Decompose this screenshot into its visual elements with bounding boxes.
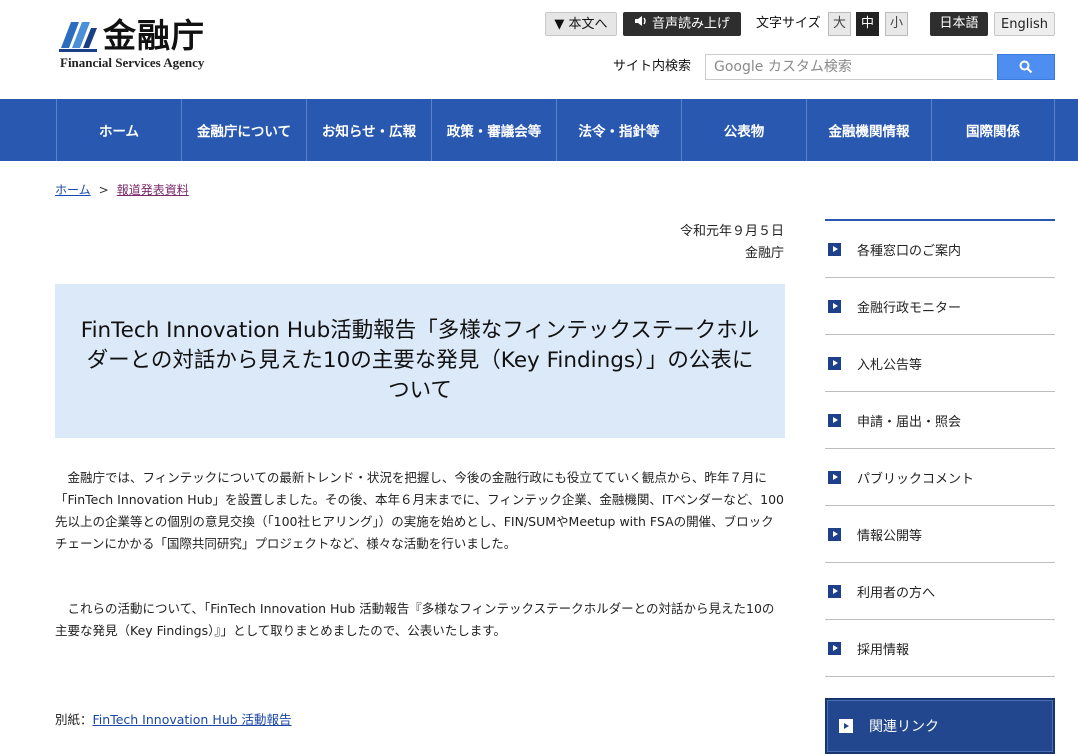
arrow-right-icon <box>828 299 841 313</box>
attachment-prefix: 別紙： <box>55 712 93 727</box>
fsa-logo[interactable]: 金融庁 Financial Services Agency <box>57 16 227 72</box>
logo-english-name: Financial Services Agency <box>60 55 205 70</box>
nav-news[interactable]: お知らせ・広報 <box>306 99 431 161</box>
breadcrumb: ホーム > 報道発表資料 <box>55 181 189 199</box>
release-date: 令和元年９月５日 <box>679 224 784 239</box>
arrow-right-icon <box>828 527 841 541</box>
breadcrumb-home-link[interactable]: ホーム <box>55 183 91 197</box>
arrow-right-icon <box>828 584 841 598</box>
nav-policy[interactable]: 政策・審議会等 <box>431 99 556 161</box>
related-links-button[interactable]: 関連リンク <box>825 698 1055 754</box>
side-item-label: パブリックコメント <box>857 471 975 487</box>
breadcrumb-current-link[interactable]: 報道発表資料 <box>117 183 189 197</box>
audio-read-label: 音声読み上げ <box>651 16 730 32</box>
side-item-label: 金融行政モニター <box>857 300 962 316</box>
body-paragraph-1: 金融庁では、フィンテックについての最新トレンド・状況を把握し、今後の金融行政にも… <box>55 470 784 551</box>
nav-about[interactable]: 金融庁について <box>181 99 306 161</box>
side-item-contact[interactable]: 各種窓口のご案内 <box>825 221 1055 278</box>
side-item-tender[interactable]: 入札公告等 <box>825 335 1055 392</box>
skip-to-content-button[interactable]: ▼ 本文へ <box>545 12 617 36</box>
side-item-application[interactable]: 申請・届出・照会 <box>825 392 1055 449</box>
side-item-recruit[interactable]: 採用情報 <box>825 620 1055 677</box>
side-item-label: 利用者の方へ <box>857 585 936 601</box>
text-size-large-button[interactable]: 大 <box>828 12 851 36</box>
arrow-right-icon <box>828 470 841 484</box>
nav-institutions[interactable]: 金融機関情報 <box>806 99 931 161</box>
arrow-right-icon <box>828 356 841 370</box>
fsa-logo-icon <box>59 22 97 52</box>
side-item-disclosure[interactable]: 情報公開等 <box>825 506 1055 563</box>
side-menu: 各種窓口のご案内 金融行政モニター 入札公告等 申請・届出・照会 パブリックコメ… <box>825 219 1055 677</box>
body-paragraph-2: これらの活動について、「FinTech Innovation Hub 活動報告『… <box>55 601 775 638</box>
date-block: 令和元年９月５日 金融庁 <box>680 221 784 265</box>
side-item-users[interactable]: 利用者の方へ <box>825 563 1055 620</box>
logo-japanese-name: 金融庁 <box>103 16 205 55</box>
nav-home[interactable]: ホーム <box>56 99 181 161</box>
related-links-label: 関連リンク <box>869 719 939 735</box>
arrow-right-icon <box>828 413 841 427</box>
side-item-monitor[interactable]: 金融行政モニター <box>825 278 1055 335</box>
search-icon <box>1019 60 1033 74</box>
nav-laws[interactable]: 法令・指針等 <box>556 99 681 161</box>
attachment-link[interactable]: FinTech Innovation Hub 活動報告 <box>93 712 292 727</box>
nav-international[interactable]: 国際関係 <box>931 99 1055 161</box>
language-english-button[interactable]: English <box>994 12 1055 36</box>
speaker-icon <box>634 12 648 36</box>
arrow-right-icon <box>839 719 853 733</box>
nav-publications[interactable]: 公表物 <box>681 99 806 161</box>
side-item-label: 情報公開等 <box>857 528 923 544</box>
article-title-box: FinTech Innovation Hub活動報告「多様なフィンテックステーク… <box>55 284 785 438</box>
article-title: FinTech Innovation Hub活動報告「多様なフィンテックステーク… <box>80 318 760 403</box>
side-item-label: 入札公告等 <box>857 357 923 373</box>
search-button[interactable] <box>997 54 1055 80</box>
text-size-small-button[interactable]: 小 <box>885 12 908 36</box>
issuer: 金融庁 <box>744 246 784 261</box>
text-size-medium-button[interactable]: 中 <box>856 12 879 36</box>
side-item-label: 各種窓口のご案内 <box>857 243 962 259</box>
language-japanese-button[interactable]: 日本語 <box>930 12 988 36</box>
arrow-right-icon <box>828 641 841 655</box>
audio-read-button[interactable]: 音声読み上げ <box>623 12 741 36</box>
global-nav: ホーム 金融庁について お知らせ・広報 政策・審議会等 法令・指針等 公表物 金… <box>0 99 1078 161</box>
site-search-label: サイト内検索 <box>613 59 692 74</box>
side-item-public-comment[interactable]: パブリックコメント <box>825 449 1055 506</box>
text-size-label: 文字サイズ <box>756 16 821 31</box>
search-input[interactable] <box>705 54 993 80</box>
breadcrumb-separator: > <box>98 183 109 197</box>
attachment: 別紙：FinTech Innovation Hub 活動報告 <box>55 709 292 731</box>
side-item-label: 申請・届出・照会 <box>857 414 962 430</box>
arrow-right-icon <box>828 242 841 256</box>
side-item-label: 採用情報 <box>857 642 910 658</box>
